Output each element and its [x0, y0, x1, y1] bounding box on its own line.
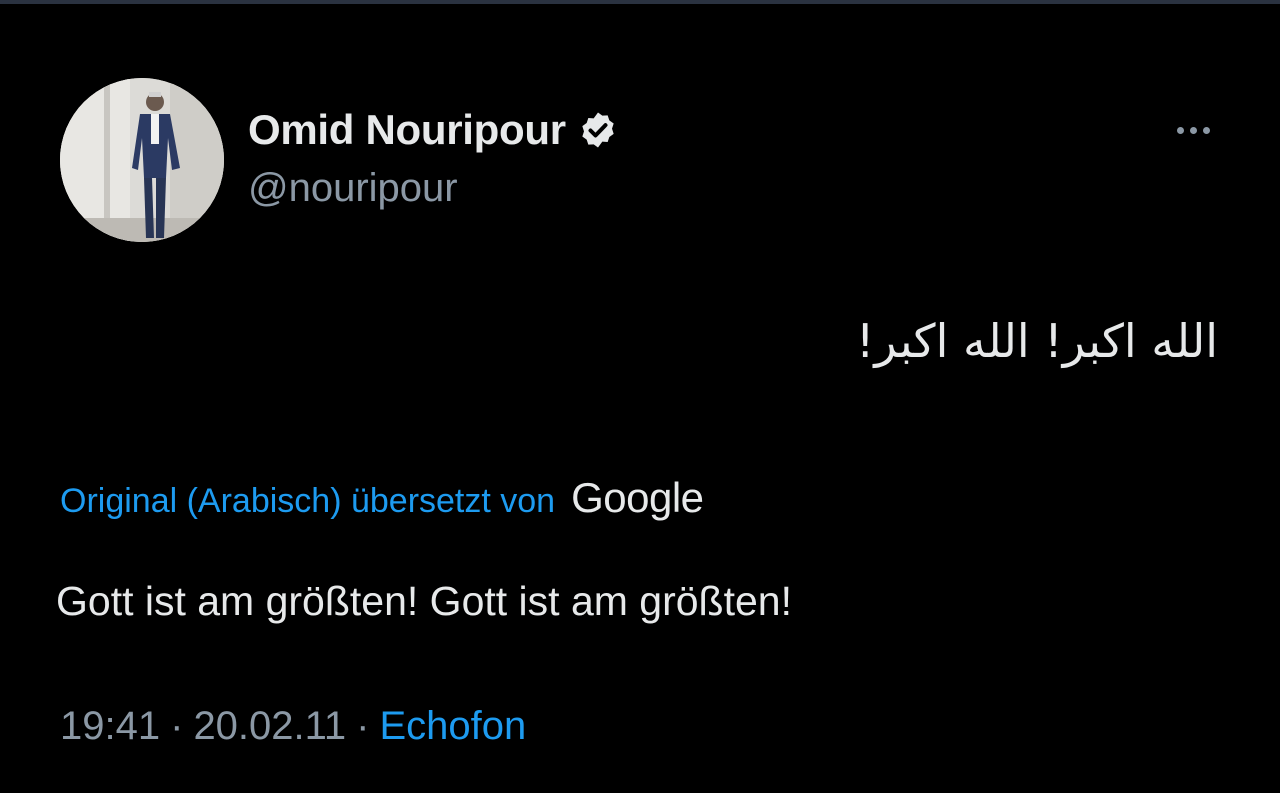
more-options-dot: [1189, 126, 1197, 134]
tweet-card: Omid Nouripour @nouripour الله اكبر! الل…: [0, 4, 1280, 793]
author-display-name[interactable]: Omid Nouripour: [248, 106, 566, 154]
translation-attribution: Original (Arabisch) übersetzt von Google: [60, 474, 704, 522]
profile-photo: [60, 78, 224, 242]
translation-link[interactable]: Original (Arabisch) übersetzt von: [60, 482, 555, 521]
author-name-row: Omid Nouripour: [248, 104, 618, 156]
tweet-date[interactable]: 20.02.11: [193, 704, 346, 749]
tweet-source-link[interactable]: Echofon: [380, 704, 527, 749]
tweet-translated-text: Gott ist am größten! Gott ist am größten…: [56, 578, 792, 624]
tweet-time[interactable]: 19:41: [60, 704, 160, 749]
meta-separator: ·: [170, 704, 184, 748]
tweet-meta: 19:41 · 20.02.11 · Echofon: [60, 704, 526, 749]
author-handle[interactable]: @nouripour: [248, 166, 458, 211]
more-options-button[interactable]: [1168, 112, 1218, 148]
avatar[interactable]: [60, 78, 224, 242]
google-logo: Google: [571, 474, 704, 521]
more-options-icon: [1176, 126, 1184, 134]
tweet-original-text: الله اكبر! الله اكبر!: [855, 314, 1218, 368]
verified-badge-icon: [582, 112, 614, 148]
meta-separator: ·: [356, 704, 370, 748]
more-options-dot: [1202, 126, 1210, 134]
